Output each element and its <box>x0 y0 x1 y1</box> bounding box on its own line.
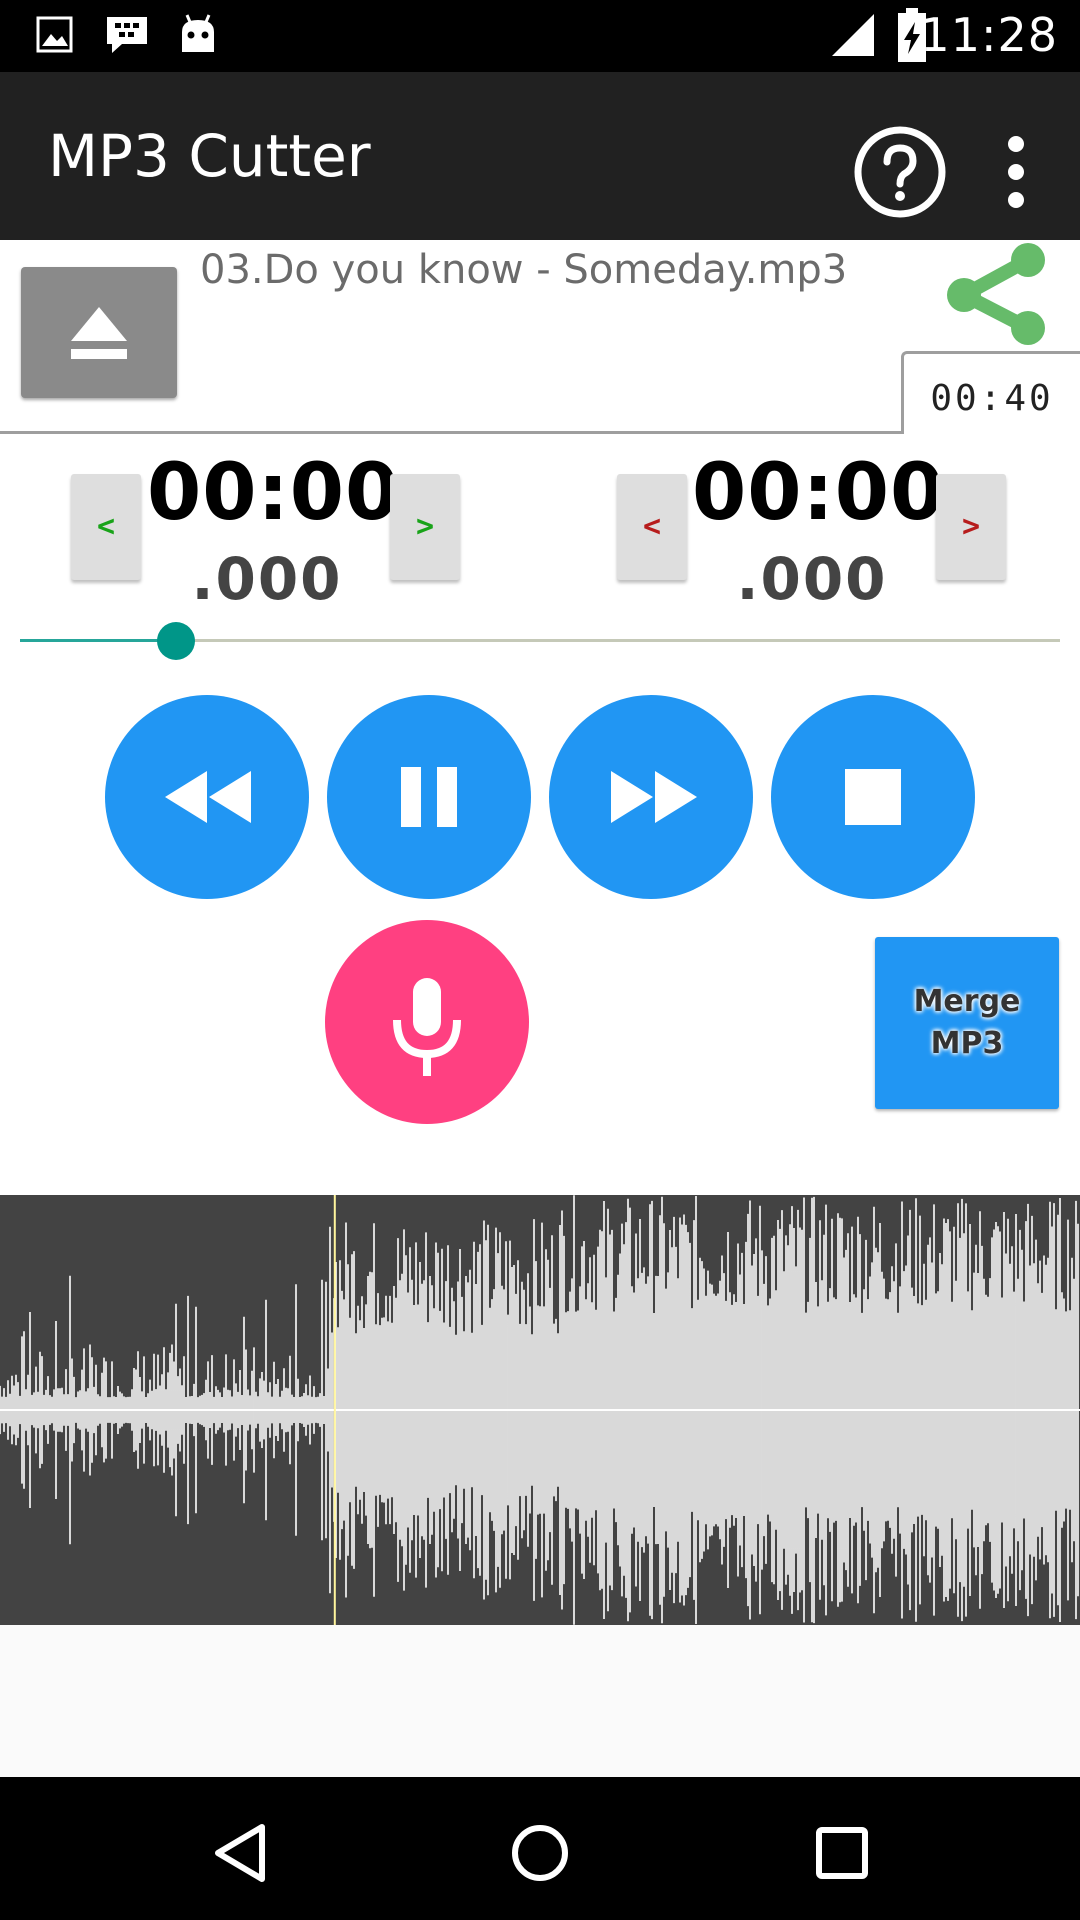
status-bar: 11:28 <box>0 0 1080 72</box>
blackberry-messenger-icon <box>104 12 150 63</box>
start-decrease-button[interactable]: < <box>71 474 141 580</box>
merge-mp3-button[interactable]: Merge MP3 <box>875 937 1059 1109</box>
start-time-ms: .000 <box>191 545 343 613</box>
merge-mp3-label: Merge MP3 <box>875 981 1059 1065</box>
android-debug-icon <box>178 12 218 63</box>
merge-label-line2: MP3 <box>930 1026 1004 1061</box>
image-icon <box>36 12 74 63</box>
waveform-graphic <box>0 1195 1080 1625</box>
duration-text: 00:40 <box>930 378 1054 419</box>
start-time: 00:00 <box>147 448 401 538</box>
app-title: MP3 Cutter <box>48 122 371 190</box>
seek-progress <box>20 639 176 642</box>
end-decrease-button[interactable]: < <box>617 474 687 580</box>
waveform-view[interactable] <box>0 1195 1080 1625</box>
duration-tab: 00:40 <box>901 351 1080 434</box>
back-icon[interactable] <box>210 1821 270 1890</box>
start-increase-button[interactable]: > <box>390 474 460 580</box>
recents-icon[interactable] <box>814 1823 870 1888</box>
stop-button[interactable] <box>771 695 975 899</box>
help-circle-icon <box>854 126 946 222</box>
fast-forward-button[interactable] <box>549 695 753 899</box>
record-button[interactable] <box>325 920 529 1124</box>
share-button[interactable] <box>940 240 1050 350</box>
merge-label-line1: Merge <box>913 984 1021 1019</box>
waveform-footer <box>0 1625 1080 1777</box>
navigation-bar <box>0 1777 1080 1920</box>
seek-thumb[interactable] <box>157 622 195 660</box>
rewind-button[interactable] <box>105 695 309 899</box>
end-time: 00:00 <box>692 448 946 538</box>
end-increase-button[interactable]: > <box>936 474 1006 580</box>
overflow-menu-button[interactable] <box>986 126 1046 218</box>
end-time-ms: .000 <box>736 545 888 613</box>
help-button[interactable] <box>854 126 946 218</box>
more-vert-icon <box>986 136 1046 222</box>
header-divider <box>0 431 903 434</box>
app-bar: MP3 Cutter <box>0 72 1080 240</box>
pause-button[interactable] <box>327 695 531 899</box>
file-name: 03.Do you know - Someday.mp3 <box>200 247 848 293</box>
eject-button[interactable] <box>21 267 177 398</box>
status-clock: 11:28 <box>920 8 1058 62</box>
cellular-signal-icon <box>830 12 876 63</box>
home-icon[interactable] <box>510 1821 570 1890</box>
